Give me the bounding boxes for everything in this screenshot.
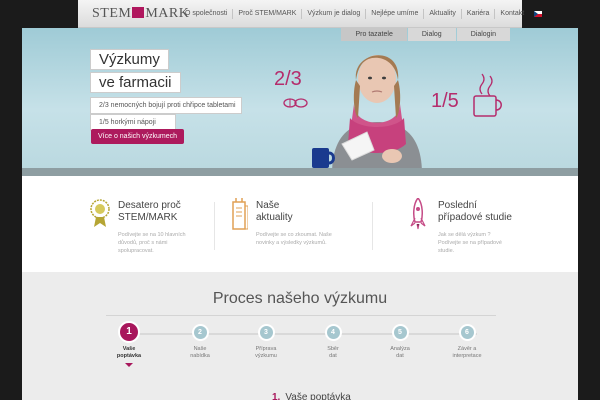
logo-left: STEM	[92, 6, 132, 21]
feature-divider	[214, 202, 215, 250]
active-step-heading-text: Vaše poptávka	[285, 392, 351, 400]
feature-divider	[372, 202, 373, 250]
feature-cases-title-line1: Poslední	[438, 200, 477, 211]
process-step-5[interactable]: 5 Analýza dat	[365, 324, 435, 360]
feature-why-text-line2: důvodů, proč s námi	[118, 240, 168, 246]
step-label-line1: Sběr	[327, 346, 339, 352]
logo[interactable]: STEM MARK	[92, 6, 189, 22]
step-number: 6	[458, 324, 476, 341]
blue-mug-icon	[312, 148, 335, 168]
tab-dialogin[interactable]: Dialogin	[456, 28, 510, 41]
feature-cases-title-line2: případové studie	[438, 212, 512, 223]
feature-cases-text-line3: studie.	[438, 248, 455, 254]
step-number: 1	[118, 321, 140, 343]
step-number: 4	[324, 324, 342, 341]
top-bar: STEM MARK O společnosti Proč STEM/MARK Vý…	[0, 0, 600, 28]
czech-flag-icon[interactable]	[534, 11, 543, 17]
step-number: 5	[391, 324, 409, 341]
feature-news-title-line2: aktuality	[256, 212, 293, 223]
step-number: 3	[257, 324, 275, 341]
nav-item-contact[interactable]: Kontakt	[494, 9, 529, 19]
step-active-pointer-icon	[125, 363, 133, 367]
hero-title-line2: ve farmacii	[90, 72, 181, 93]
stat-one-fifth: 1/5	[431, 90, 459, 112]
hero-title-line1: Výzkumy	[90, 49, 169, 70]
step-label-line1: Vaše	[122, 346, 136, 352]
process-step-4[interactable]: 4 Sběr dat	[298, 324, 368, 360]
step-label-line2: výzkumu	[255, 353, 277, 359]
rocket-icon	[410, 198, 426, 230]
logo-mark-icon	[132, 7, 145, 18]
nav-item-dialog[interactable]: Výzkum je dialog	[301, 9, 365, 19]
feature-why-title-line1: Desatero proč	[118, 200, 181, 211]
stat-two-thirds: 2/3	[274, 68, 302, 90]
hero-fact-tablets: 2/3 nemocných bojují proti chřipce table…	[90, 97, 242, 114]
process-step-6[interactable]: 6 Závěr a interpretace	[432, 324, 502, 360]
process-step-1[interactable]: 1 Vaše poptávka	[94, 321, 164, 367]
features-section: Desatero proč STEM/MARK Podívejte se na …	[22, 176, 578, 272]
step-label-line1: Příprava	[255, 346, 277, 352]
nav-item-news[interactable]: Aktuality	[423, 9, 460, 19]
nav-item-why[interactable]: Proč STEM/MARK	[232, 9, 301, 19]
feature-why-title-line2: STEM/MARK	[118, 212, 178, 223]
nav-item-career[interactable]: Kariéra	[460, 9, 495, 19]
active-step-heading: 1. Vaše poptávka	[272, 392, 351, 400]
nav-item-about[interactable]: O společnosti	[180, 9, 232, 19]
feature-news-title-line1: Naše	[256, 200, 280, 211]
feature-cases-text-line2: Podívejte se na případové	[438, 240, 502, 246]
process-title: Proces našeho výzkumu	[212, 290, 388, 307]
badge-icon	[90, 199, 110, 227]
feature-why-text-line3: spolupracovat.	[118, 248, 154, 254]
main-nav: O společnosti Proč STEM/MARK Výzkum je d…	[180, 0, 543, 28]
news-icon	[232, 198, 248, 230]
process-section: Proces našeho výzkumu 1 Vaše poptávka 2 …	[22, 272, 578, 400]
step-label-line1: Naše	[193, 346, 207, 352]
pills-icon	[283, 98, 308, 108]
step-label-line2: dat	[396, 353, 404, 359]
nav-item-expertise[interactable]: Nejlépe umíme	[365, 9, 423, 19]
step-label-line2: dat	[329, 353, 337, 359]
step-label-line2: nabídka	[190, 353, 210, 359]
active-step-heading-number: 1.	[272, 392, 281, 400]
step-label-line1: Analýza	[390, 346, 410, 352]
feature-why-text-line1: Podívejte se na 10 hlavních	[118, 232, 186, 238]
feature-news-text-line2: novinky a výsledky výzkumů.	[256, 240, 327, 246]
step-label-line2: poptávka	[116, 353, 142, 359]
more-research-button[interactable]: Více o našich výzkumech	[91, 129, 184, 144]
step-label-line1: Závěr a	[457, 346, 477, 352]
feature-news-text-line1: Podívejte se co zkoumat. Naše	[256, 232, 332, 238]
process-divider	[106, 315, 496, 316]
hero-banner: Pro tazatele Dialog Dialogin Výzkumy ve …	[22, 28, 578, 176]
hot-drink-icon	[473, 73, 502, 117]
process-step-2[interactable]: 2 Naše nabídka	[165, 324, 235, 360]
step-label-line2: interpretace	[452, 353, 482, 359]
feature-cases-text-line1: Jak se dělá výzkum ?	[438, 232, 491, 238]
desk	[22, 168, 578, 176]
process-step-3[interactable]: 3 Příprava výzkumu	[231, 324, 301, 360]
step-number: 2	[191, 324, 209, 341]
